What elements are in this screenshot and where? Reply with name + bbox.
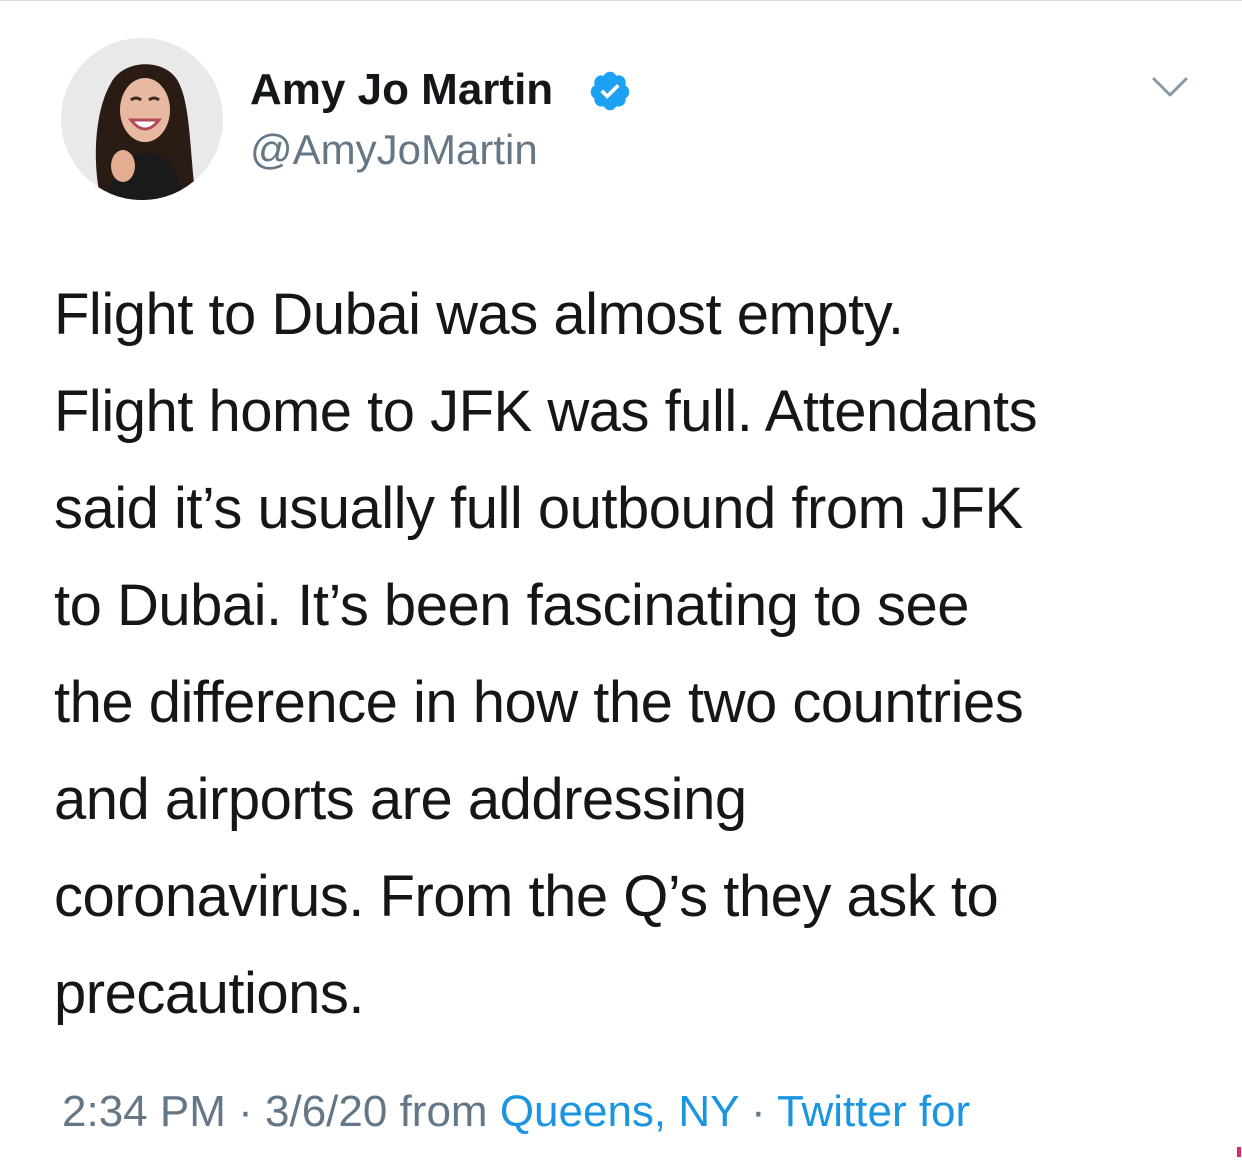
location-link[interactable]: Queens, NY xyxy=(500,1087,739,1136)
tweet-text: Flight to Dubai was almost empty. Flight… xyxy=(54,266,1204,1042)
tweet-date[interactable]: 3/6/20 xyxy=(265,1087,387,1136)
tweet-text-line: said it’s usually full outbound from JFK xyxy=(54,476,1023,541)
tweet-text-line: to Dubai. It’s been fascinating to see xyxy=(54,573,969,638)
meta-separator: · xyxy=(238,1087,253,1136)
avatar[interactable] xyxy=(61,38,223,200)
tweet-text-line: precautions. xyxy=(54,961,364,1026)
tweet-text-line: and airports are addressing xyxy=(54,767,747,832)
chevron-down-icon[interactable] xyxy=(1152,76,1188,100)
author-handle[interactable]: @AmyJoMartin xyxy=(250,124,538,176)
tweet-text-line: coronavirus. From the Q’s they ask to xyxy=(54,864,999,929)
tweet-text-line: Flight to Dubai was almost empty. xyxy=(54,282,904,347)
tweet-text-line: Flight home to JFK was full. Attendants xyxy=(54,379,1038,444)
tweet-time[interactable]: 2:34 PM xyxy=(62,1087,226,1136)
author-display-name[interactable]: Amy Jo Martin xyxy=(250,64,553,116)
from-label: from xyxy=(399,1087,488,1136)
meta-separator: · xyxy=(750,1087,766,1136)
source-link-cut[interactable]: iPhone xyxy=(62,1152,142,1158)
edge-indicator xyxy=(1237,1147,1241,1157)
tweet-text-line: the difference in how the two countries xyxy=(54,670,1024,735)
verified-badge-icon xyxy=(590,71,630,111)
source-link-overflow: iPhone xyxy=(62,1152,142,1161)
source-link[interactable]: Twitter for xyxy=(777,1087,970,1136)
tweet-metadata: 2:34 PM · 3/6/20 from Queens, NY · Twitt… xyxy=(62,1084,970,1140)
tweet-card: Amy Jo Martin @AmyJoMartin Flight to Dub… xyxy=(0,0,1242,1161)
